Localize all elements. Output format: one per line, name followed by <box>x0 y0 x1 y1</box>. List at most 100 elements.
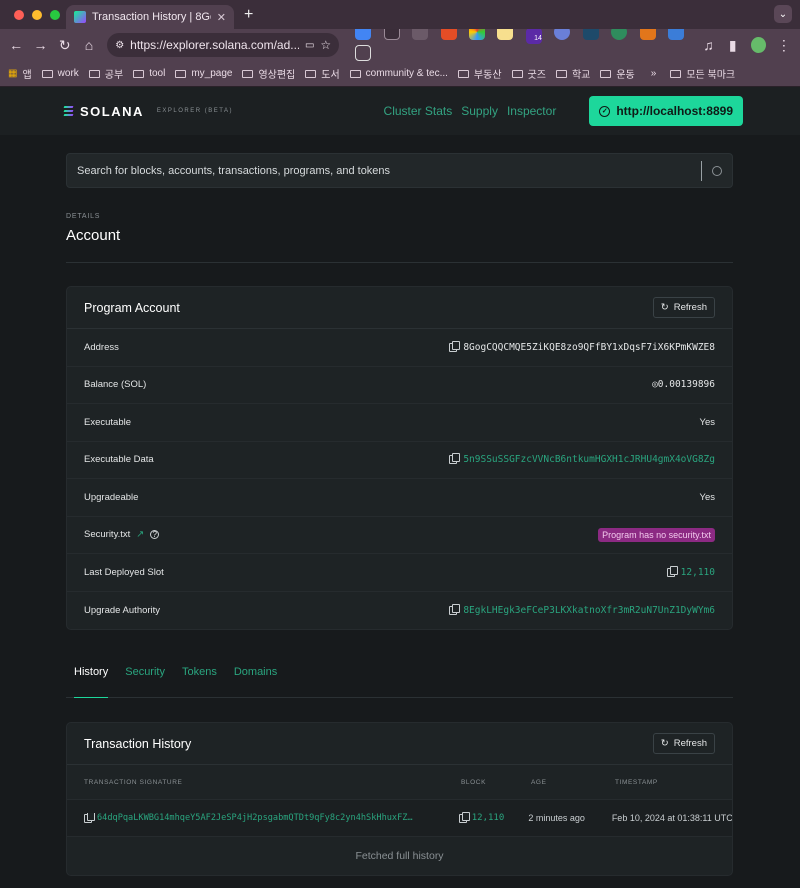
folder-icon <box>670 69 682 78</box>
age-cell: 2 minutes ago <box>528 813 585 823</box>
bookmark-folder[interactable]: 운동 <box>600 66 635 81</box>
nav-link-supply[interactable]: Supply <box>461 104 498 118</box>
nav-link-inspector[interactable]: Inspector <box>507 104 556 118</box>
copy-icon[interactable] <box>449 340 461 352</box>
upgrade-authority-link[interactable]: 8EgkLHEgk3eFCeP3LKXkatnoXfr3mR2uN7UnZ1Dy… <box>463 605 715 616</box>
check-circle-icon: ✓ <box>599 105 611 117</box>
all-bookmarks[interactable]: 모든 북마크 <box>670 66 735 81</box>
bookmark-folder[interactable]: 학교 <box>555 66 590 81</box>
tab-history[interactable]: History <box>74 657 109 698</box>
upgradeable-value: Yes <box>699 491 716 503</box>
row-label: Balance (SOL) <box>84 379 147 391</box>
timestamp-cell: Feb 10, 2024 at 01:38:11 UTC <box>611 813 732 823</box>
column-header-signature: TRANSACTION SIGNATURE <box>84 778 183 786</box>
badge-extension-icon[interactable]: 14 <box>525 28 542 44</box>
signature-link[interactable]: 64dqPqaLKWBG14mhqeY5AF2JeSP4jH2psgabmQTD… <box>97 813 413 823</box>
card-header: Program Account ↻ Refresh <box>67 287 732 329</box>
page-title: Account <box>66 227 121 244</box>
window-controls <box>0 9 66 20</box>
bookmark-star-icon[interactable]: ☆ <box>320 38 331 52</box>
block-link[interactable]: 12,110 <box>472 813 505 823</box>
copy-icon[interactable] <box>84 813 95 823</box>
tab-domains[interactable]: Domains <box>234 657 277 697</box>
address-bar[interactable]: ⚙ https://explorer.solana.com/ad... ▭ ☆ <box>107 33 340 57</box>
folder-icon <box>88 69 100 78</box>
tab-tokens[interactable]: Tokens <box>182 657 217 697</box>
slot-link[interactable]: 12,110 <box>681 567 715 578</box>
home-icon[interactable]: ⌂ <box>79 34 99 56</box>
account-row-last-deployed-slot: Last Deployed Slot 12,110 <box>67 554 732 592</box>
account-row-upgradeable: Upgradeable Yes <box>67 479 732 517</box>
bookmark-folder[interactable]: tool <box>133 68 165 79</box>
program-account-card: Program Account ↻ Refresh Address 8GogCQ… <box>66 286 733 630</box>
copy-icon[interactable] <box>449 603 461 615</box>
row-value: 5n9SSuSSGFzcVVNcB6ntkumHGXH1cJRHU4gmX4oV… <box>449 453 715 465</box>
folder-icon <box>511 69 523 78</box>
bookmarks-overflow[interactable]: » <box>651 68 657 79</box>
profile-avatar-icon[interactable] <box>750 37 766 53</box>
bookmark-folder[interactable]: work <box>41 68 79 79</box>
bookmark-folder[interactable]: 도서 <box>305 66 340 81</box>
tab-security[interactable]: Security <box>125 657 165 697</box>
cluster-button[interactable]: ✓ http://localhost:8899 <box>589 96 743 126</box>
row-value: Program has no security.txt <box>598 527 715 542</box>
page-pretitle: DETAILS <box>66 213 101 220</box>
bookmark-folder[interactable]: 공부 <box>88 66 123 81</box>
bookmark-apps[interactable]: ▦ 앱 <box>8 66 32 81</box>
minimize-window-button[interactable] <box>32 9 42 20</box>
bookmark-folder[interactable]: my_page <box>175 68 232 79</box>
row-label: Upgrade Authority <box>84 604 161 616</box>
solana-favicon-icon <box>74 11 86 23</box>
refresh-button[interactable]: ↻ Refresh <box>652 297 715 318</box>
copy-icon[interactable] <box>449 453 461 465</box>
browser-tab-bar: Transaction History | 8GogCQ ✕ + ⌄ <box>0 0 800 29</box>
puzzle-extensions-icon[interactable] <box>355 45 372 61</box>
site-settings-icon[interactable]: ⚙ <box>115 40 124 51</box>
bookmark-folder[interactable]: community & tec... <box>349 68 448 79</box>
refresh-button[interactable]: ↻ Refresh <box>652 733 715 754</box>
browser-tab[interactable]: Transaction History | 8GogCQ ✕ <box>66 5 234 29</box>
browser-toolbar: ← → ↻ ⌂ ⚙ https://explorer.solana.com/ad… <box>0 24 800 61</box>
search-placeholder: Search for blocks, accounts, transaction… <box>77 164 391 177</box>
menu-kebab-icon[interactable]: ⋮ <box>774 34 794 56</box>
forward-arrow-icon[interactable]: → <box>30 34 50 56</box>
tab-search-chevron-icon[interactable]: ⌄ <box>774 5 792 23</box>
back-arrow-icon[interactable]: ← <box>6 34 26 56</box>
close-tab-icon[interactable]: ✕ <box>217 11 226 24</box>
reload-icon[interactable]: ↻ <box>55 34 75 56</box>
install-app-icon[interactable]: ▭ <box>305 40 314 51</box>
help-circle-icon[interactable]: ? <box>150 530 160 540</box>
bookmark-folder[interactable]: 부동산 <box>457 66 502 81</box>
brand-subtitle: EXPLORER (BETA) <box>156 108 233 114</box>
bookmark-folder[interactable]: 영상편집 <box>242 66 295 81</box>
refresh-icon: ↻ <box>660 738 669 749</box>
row-value: 12,110 <box>666 565 715 578</box>
row-label: Upgradeable <box>84 491 139 503</box>
executable-data-link[interactable]: 5n9SSuSSGFzcVVNcB6ntkumHGXH1cJRHU4gmX4oV… <box>463 454 715 465</box>
brand-name: SOLANA <box>80 103 144 119</box>
external-link-icon[interactable]: ↗ <box>136 529 144 540</box>
bookmark-folder[interactable]: 굿즈 <box>511 66 546 81</box>
refresh-icon: ↻ <box>660 302 669 313</box>
table-header: TRANSACTION SIGNATURE BLOCK AGE TIMESTAM… <box>67 765 732 799</box>
executable-value: Yes <box>699 416 716 428</box>
new-tab-icon[interactable]: + <box>244 6 253 24</box>
search-input[interactable]: Search for blocks, accounts, transaction… <box>66 153 733 188</box>
folder-icon <box>175 69 187 78</box>
row-label: Last Deployed Slot <box>84 566 164 578</box>
search-icon[interactable] <box>712 165 722 176</box>
row-label: Address <box>84 341 119 353</box>
folder-icon <box>242 69 254 78</box>
copy-icon[interactable] <box>666 565 678 577</box>
maximize-window-button[interactable] <box>50 9 60 20</box>
copy-icon[interactable] <box>458 811 470 823</box>
page: SOLANA EXPLORER (BETA) Cluster Stats Sup… <box>0 87 800 888</box>
address-value: 8GogCQQCMQE5ZiKQE8zo9QFfBY1xDqsF7iX6KPmK… <box>463 341 715 353</box>
media-control-icon[interactable]: ♫ <box>698 34 718 56</box>
solana-logo[interactable]: SOLANA EXPLORER (BETA) <box>63 103 233 119</box>
side-panel-icon[interactable]: ▮ <box>723 34 743 56</box>
nav-link-cluster-stats[interactable]: Cluster Stats <box>384 104 453 118</box>
close-window-button[interactable] <box>14 9 24 20</box>
card-header: Transaction History ↻ Refresh <box>67 723 732 765</box>
block-cell: 12,110 <box>458 811 529 823</box>
